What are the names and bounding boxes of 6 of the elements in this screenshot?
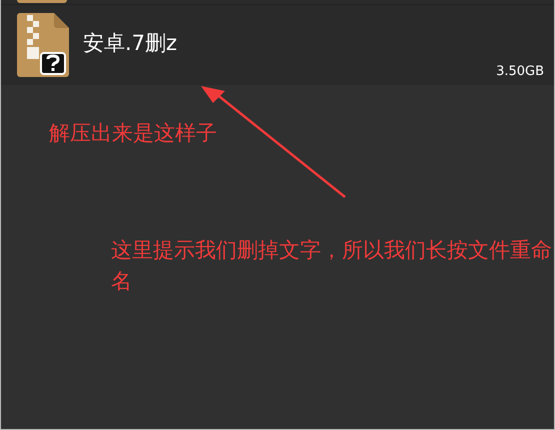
annotation-text: 这里提示我们删掉文字，所以我们长按文件重命名 (111, 237, 553, 295)
file-row[interactable]: 安卓.7删z 3.50GB (1, 5, 554, 85)
annotation-text: 解压出来是这样子 (49, 120, 217, 147)
zip-file-icon (17, 13, 69, 77)
file-name: 安卓.7删z (83, 30, 178, 57)
file-size: 3.50GB (496, 64, 544, 79)
